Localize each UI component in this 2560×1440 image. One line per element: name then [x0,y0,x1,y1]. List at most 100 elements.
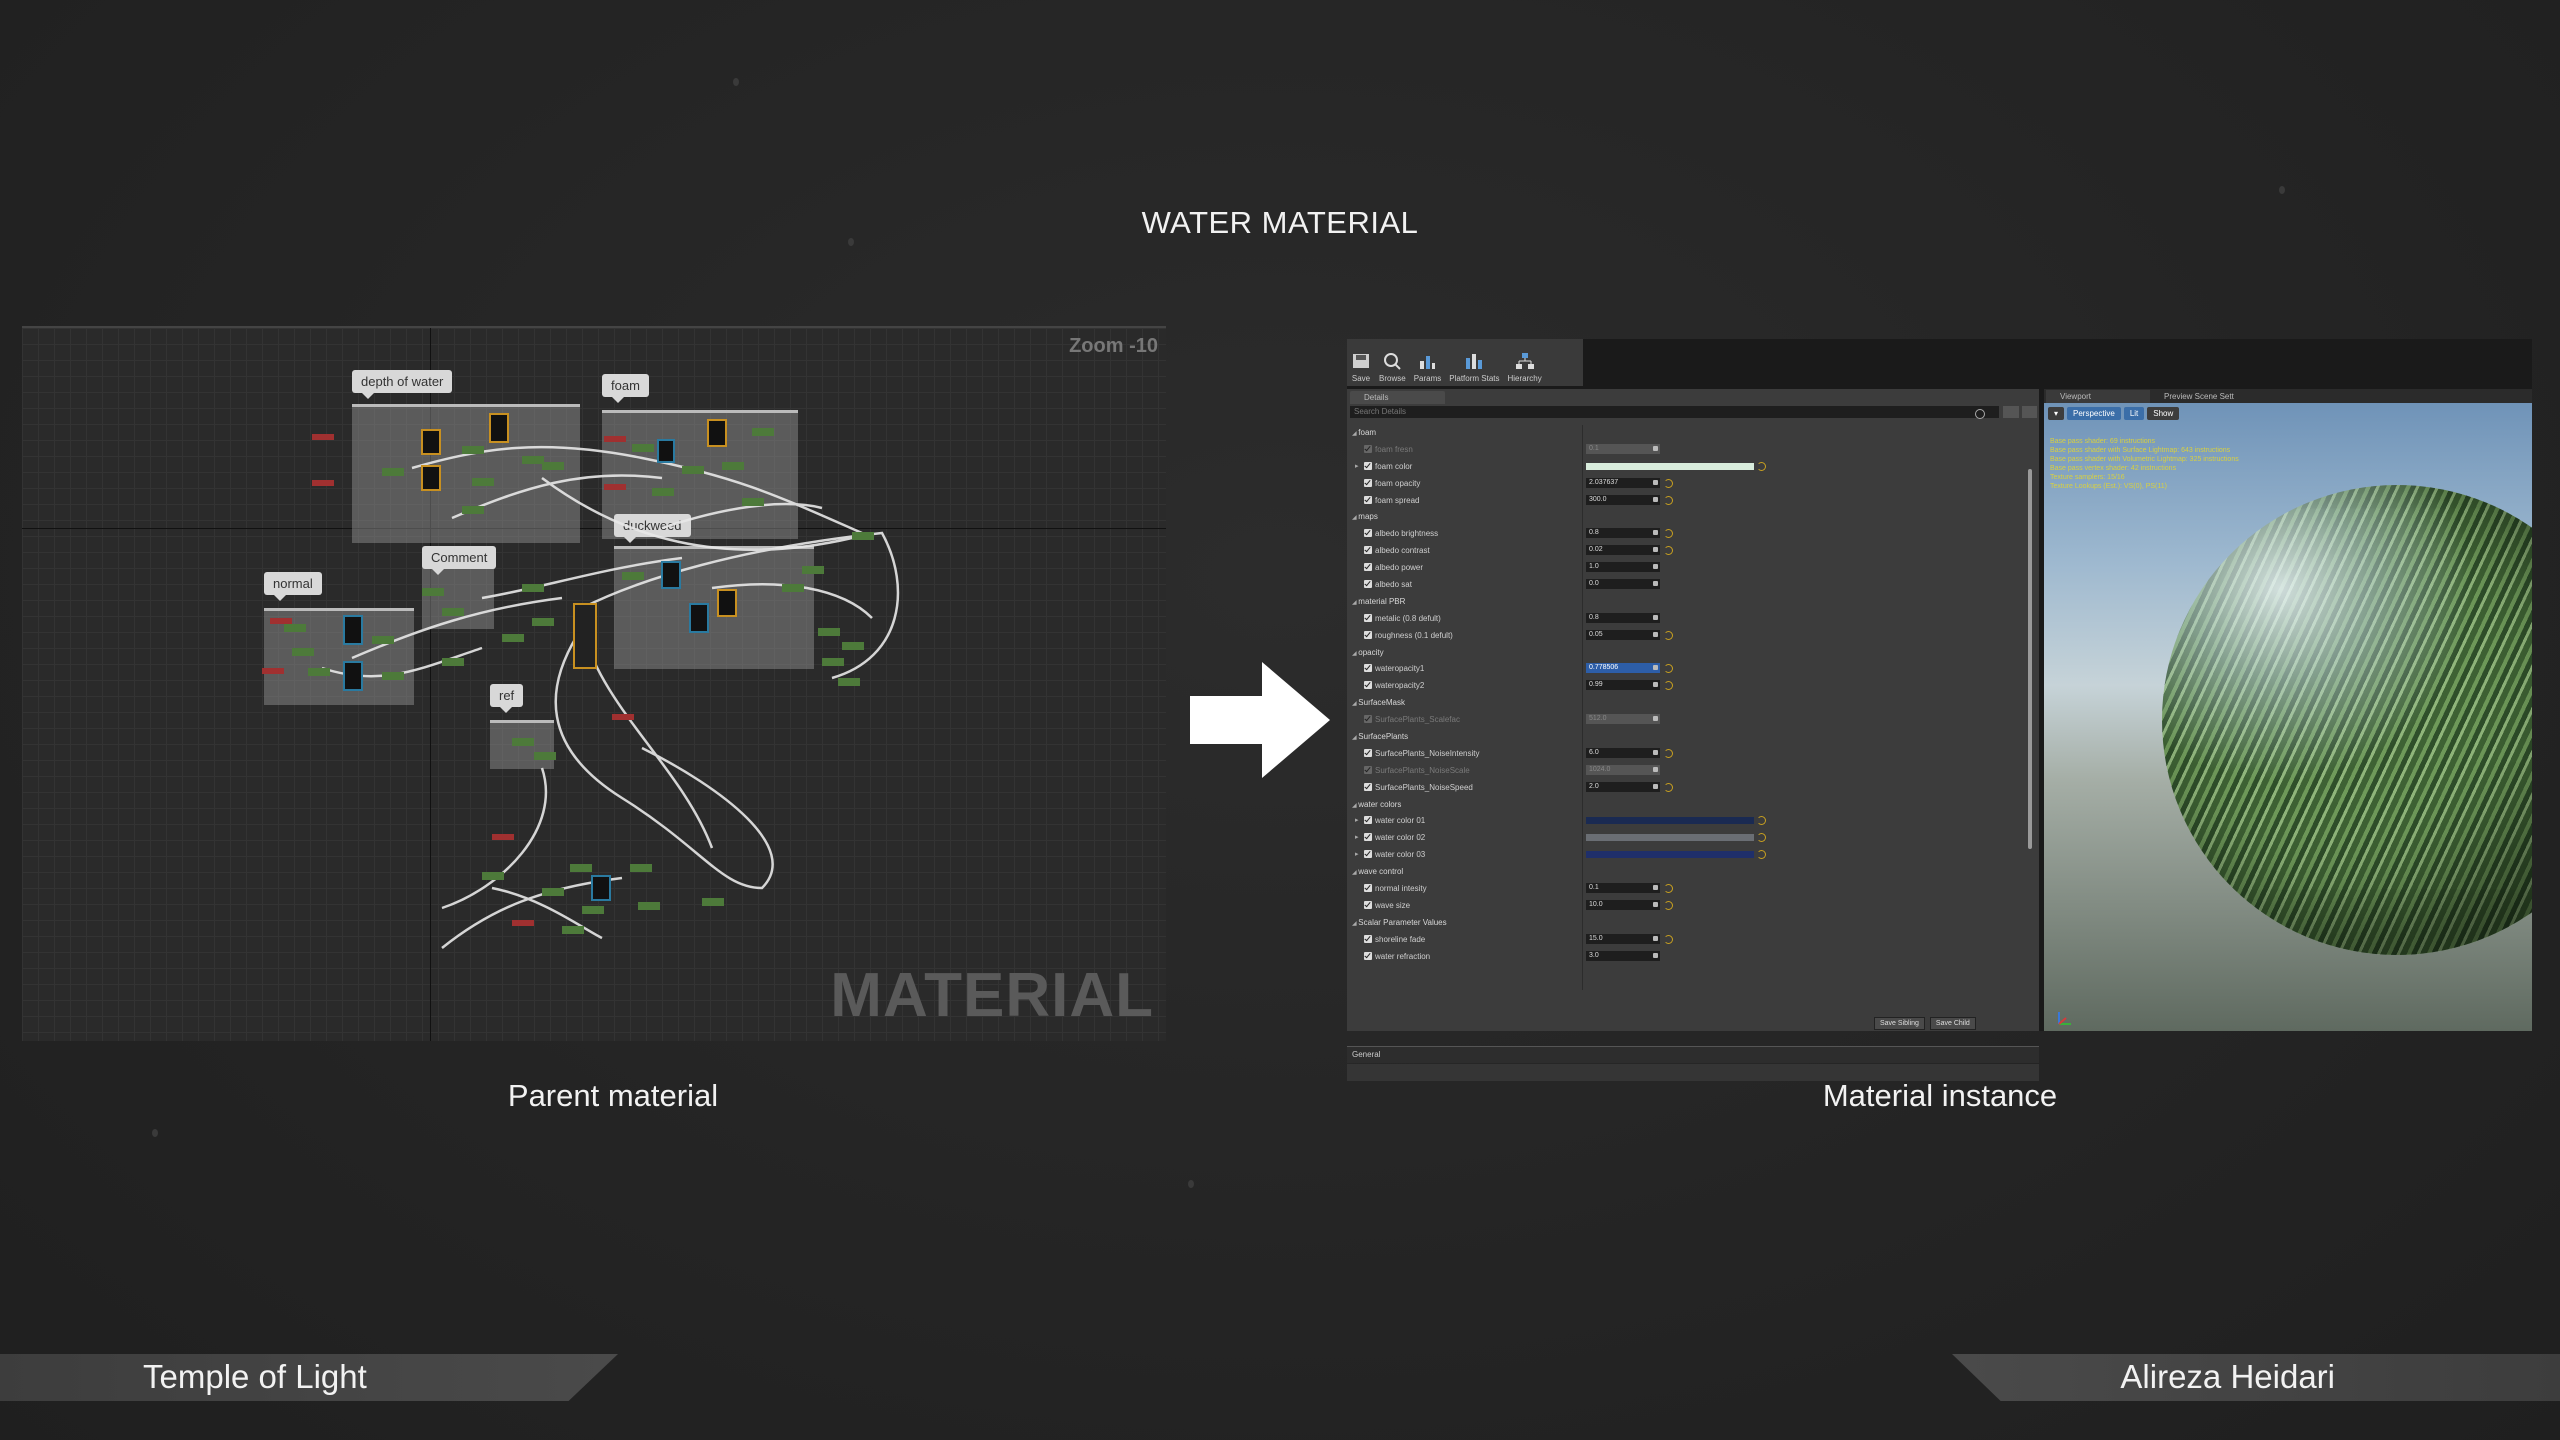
parameter-row[interactable]: water color 01 ▸ [1347,813,2039,830]
override-checkbox[interactable] [1364,816,1372,825]
details-scrollbar[interactable] [2028,469,2032,849]
color-swatch[interactable] [1586,851,1754,859]
search-details-input[interactable]: Search Details [1350,406,1999,418]
reset-icon[interactable] [1664,495,1673,505]
parameter-value[interactable]: 10.0 [1586,899,1660,910]
parameter-value[interactable]: 0.8 [1586,612,1660,623]
parameter-row[interactable]: foam fresn 0.1 [1347,442,2039,459]
override-checkbox[interactable] [1364,444,1372,453]
reset-icon[interactable] [1757,833,1766,843]
save-button[interactable]: Save [1347,339,1375,386]
reset-icon[interactable] [1757,816,1766,826]
category-header[interactable]: opacity [1347,645,2039,662]
tab-details[interactable]: Details [1350,391,1445,404]
expand-arrow-icon[interactable]: ▸ [1355,462,1359,470]
general-category[interactable]: General [1347,1046,2039,1063]
params-button[interactable]: Params [1410,339,1446,386]
reset-icon[interactable] [1664,681,1673,691]
parameter-row[interactable]: wateropacity1 0.778506 [1347,661,2039,678]
override-checkbox[interactable] [1364,580,1372,589]
hierarchy-button[interactable]: Hierarchy [1504,339,1546,386]
parameter-row[interactable]: SurfacePlants_NoiseSpeed 2.0 [1347,780,2039,797]
category-header[interactable]: maps [1347,509,2039,526]
parameter-value[interactable]: 300.0 [1586,494,1660,505]
override-checkbox[interactable] [1364,748,1372,757]
parameter-value[interactable]: 6.0 [1586,747,1660,758]
override-checkbox[interactable] [1364,546,1372,555]
reset-icon[interactable] [1664,934,1673,944]
platform-stats-button[interactable]: Platform Stats [1445,339,1503,386]
override-checkbox[interactable] [1364,613,1372,622]
save-child-button[interactable]: Save Child [1929,1017,1976,1030]
viewport-scene[interactable]: ▾ Perspective Lit Show Base pass shader:… [2044,403,2532,1031]
parameter-value[interactable]: 0.0 [1586,579,1660,590]
parameter-row[interactable]: SurfacePlants_NoiseIntensity 6.0 [1347,746,2039,763]
color-swatch[interactable] [1586,462,1754,470]
category-header[interactable]: material PBR [1347,594,2039,611]
override-checkbox[interactable] [1364,934,1372,943]
reset-icon[interactable] [1664,900,1673,910]
override-checkbox[interactable] [1364,850,1372,859]
reset-icon[interactable] [1664,546,1673,556]
tab-preview-scene-settings[interactable]: Preview Scene Sett [2150,390,2264,403]
parameter-value[interactable]: 0.1 [1586,883,1660,894]
expand-arrow-icon[interactable]: ▸ [1355,850,1359,858]
category-header[interactable]: SurfacePlants [1347,729,2039,746]
parameter-row[interactable]: albedo sat 0.0 [1347,577,2039,594]
material-graph[interactable]: Zoom -10 depth of water foam duckweed Co… [22,326,1166,1041]
reset-icon[interactable] [1757,461,1766,471]
reset-icon[interactable] [1664,478,1673,488]
override-checkbox[interactable] [1364,833,1372,842]
parameter-value[interactable]: 1024.0 [1586,764,1660,775]
parameter-row[interactable]: wateropacity2 0.99 [1347,678,2039,695]
viewport-menu-button[interactable]: ▾ [2048,407,2065,420]
reset-icon[interactable] [1664,748,1673,758]
category-header[interactable]: SurfaceMask [1347,695,2039,712]
view-options[interactable] [2003,406,2037,418]
parameter-row[interactable]: metalic (0.8 defult) 0.8 [1347,611,2039,628]
parameter-row[interactable]: water color 03 ▸ [1347,847,2039,864]
parameter-row[interactable]: water color 02 ▸ [1347,830,2039,847]
browse-button[interactable]: Browse [1375,339,1410,386]
parameter-value[interactable]: 512.0 [1586,714,1660,725]
override-checkbox[interactable] [1364,715,1372,724]
override-checkbox[interactable] [1364,884,1372,893]
parameter-row[interactable]: foam opacity 2.037637 [1347,476,2039,493]
override-checkbox[interactable] [1364,563,1372,572]
expand-arrow-icon[interactable]: ▸ [1355,833,1359,841]
parameter-row[interactable]: albedo brightness 0.8 [1347,526,2039,543]
override-checkbox[interactable] [1364,630,1372,639]
color-swatch[interactable] [1586,817,1754,825]
category-header[interactable]: foam [1347,425,2039,442]
parameter-value[interactable]: 0.99 [1586,680,1660,691]
parameter-row[interactable]: albedo power 1.0 [1347,560,2039,577]
category-header[interactable]: water colors [1347,797,2039,814]
parameter-value[interactable]: 3.0 [1586,950,1660,961]
override-checkbox[interactable] [1364,782,1372,791]
override-checkbox[interactable] [1364,765,1372,774]
search-icon[interactable] [1975,409,1985,419]
parameter-value[interactable]: 0.778506 [1586,663,1660,674]
parameter-row[interactable]: foam spread 300.0 [1347,493,2039,510]
parameter-row[interactable]: SurfacePlants_NoiseScale 1024.0 [1347,763,2039,780]
reset-icon[interactable] [1664,630,1673,640]
parameter-row[interactable]: foam color ▸ [1347,459,2039,476]
reset-icon[interactable] [1757,850,1766,860]
parameter-value[interactable]: 0.02 [1586,545,1660,556]
viewport-panel[interactable]: Viewport Preview Scene Sett ▾ Perspectiv… [2044,389,2532,1031]
parameter-row[interactable]: SurfacePlants_Scalefac 512.0 [1347,712,2039,729]
parameter-value[interactable]: 2.0 [1586,781,1660,792]
parameter-value[interactable]: 15.0 [1586,933,1660,944]
parameter-value[interactable]: 0.05 [1586,629,1660,640]
parameter-row[interactable]: shoreline fade 15.0 [1347,932,2039,949]
parameter-row[interactable]: normal intesity 0.1 [1347,881,2039,898]
override-checkbox[interactable] [1364,495,1372,504]
expand-arrow-icon[interactable]: ▸ [1355,816,1359,824]
show-button[interactable]: Show [2147,407,2180,420]
parameter-value[interactable]: 1.0 [1586,562,1660,573]
perspective-button[interactable]: Perspective [2067,407,2121,420]
reset-icon[interactable] [1664,664,1673,674]
save-sibling-button[interactable]: Save Sibling [1874,1017,1925,1030]
override-checkbox[interactable] [1364,681,1372,690]
override-checkbox[interactable] [1364,664,1372,673]
